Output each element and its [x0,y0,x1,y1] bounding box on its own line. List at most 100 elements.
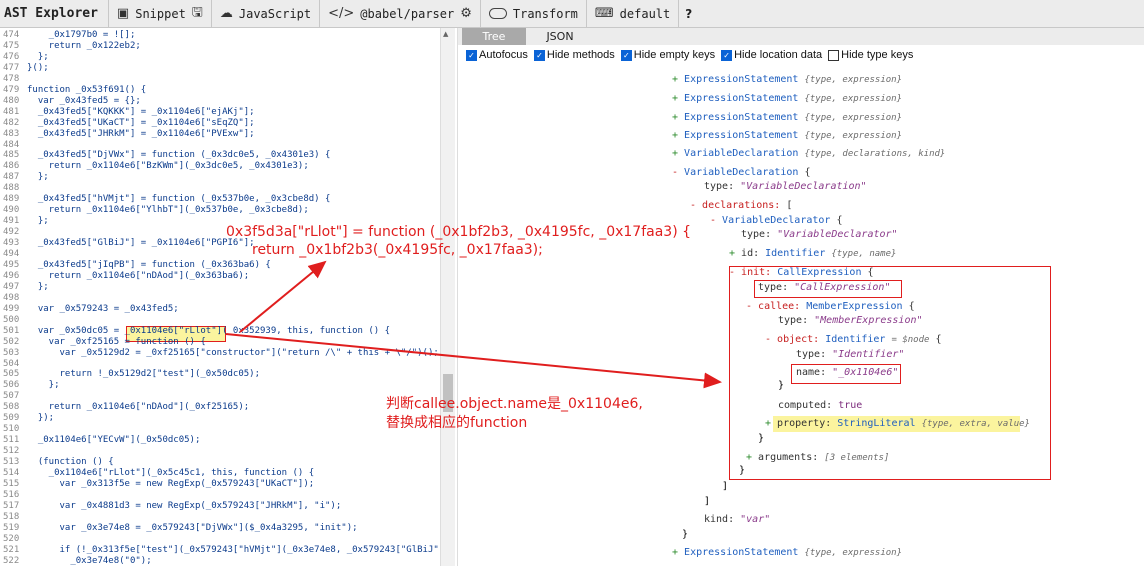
tree-bracket: ] [704,496,711,507]
code-line: 483 _0x43fed5["JHRkM"] = _0x1104e6["PVEx… [0,129,255,139]
checkbox[interactable]: ✓ [620,49,632,61]
line-number: 520 [3,533,20,544]
annotation-line: 替换成相应的function [386,415,528,431]
option-label: Hide methods [546,49,615,61]
transform-label: Transform [512,6,578,21]
code-text: function _0x53f691() { [27,84,147,95]
tree-brace: ] [722,481,729,492]
code-line: 498 [0,293,27,303]
code-line: 500 [0,315,27,325]
code-line: 507 [0,391,27,401]
cloud-icon: ☁ [219,6,233,21]
scroll-up-icon[interactable]: ▲ [443,30,448,38]
line-number: 478 [3,73,20,84]
tree-prop[interactable]: + property: StringLiteral {type, extra, … [765,417,1030,431]
code-text: }; [27,172,49,183]
code-line: 479 function _0x53f691() { [0,85,146,95]
tree-brace: } [682,529,689,540]
code-line: 520 [0,534,27,544]
code-line: 522 _0x3e74e8("0"); [0,556,152,566]
option-hide-methods[interactable]: ✓ Hide methods [533,49,615,61]
line-number: 475 [3,40,20,51]
line-number: 493 [3,238,20,249]
tree-prop[interactable]: - declarations: [ [690,199,792,213]
line-number: 519 [3,522,20,533]
option-hide-empty-keys[interactable]: ✓ Hide empty keys [620,49,715,61]
annotation-line: 判断callee.object.name是_0x1104e6, [386,396,643,412]
code-text: var _0x313f5e = new RegExp(_0x579243["UK… [27,478,315,489]
code-text: _0x43fed5["DjVWx"] = function (_0x3dc0e5… [27,150,331,161]
transform-button[interactable]: Transform [481,0,586,27]
parser-button[interactable]: </> @babel/parser ⚙ [320,0,480,27]
code-line: 477}(); [0,63,49,73]
code-line: 514 _0x1104e6["rLlot"](_0x5c45c1, this, … [0,468,314,478]
tab-tree[interactable]: Tree [462,28,526,45]
toggle-icon[interactable] [488,8,507,19]
code-text: }; [27,51,49,62]
code-line: 489 _0x43fed5["hVMjt"] = function (_0x53… [0,194,330,204]
save-icon[interactable]: 🖫 [192,3,203,25]
code-text: _0x43fed5["JHRkM"] = _0x1104e6["PVExw"]; [27,128,255,139]
snippet-button[interactable]: ▣ Snippet 🖫 [109,0,211,27]
tree-prop[interactable]: - callee: MemberExpression { [746,300,915,314]
tree-node-expanded[interactable]: - VariableDeclaration { [672,166,811,180]
tree-brace: } [758,433,765,444]
tree-node[interactable]: + ExpressionStatement {type, expression} [672,111,902,125]
tab-json[interactable]: JSON [528,28,592,45]
keymap-button[interactable]: ⌨ default [587,0,678,27]
line-number: 490 [3,205,20,216]
option-label: Hide location data [734,49,823,61]
tree-prop: type: "MemberExpression" [778,315,923,326]
code-editor[interactable]: 474 _0x1797b0 = ![]; 475 return _0x122eb2… [0,28,440,566]
line-number: 477 [3,62,20,73]
code-text: _0x1104e6["rLlot"](_0x5c45c1, this, func… [27,468,315,478]
line-number: 522 [3,555,20,566]
tree-node[interactable]: + ExpressionStatement {type, expression} [672,73,902,87]
code-line: 474 _0x1797b0 = ![]; [0,30,135,40]
option-autofocus[interactable]: ✓ Autofocus [466,49,528,61]
tree-node-expanded[interactable]: - VariableDeclarator { [710,214,842,228]
option-hide-location-data[interactable]: ✓ Hide location data [721,49,822,61]
code-text: }; [27,380,60,391]
code-text: _0x1797b0 = ![]; [27,30,136,40]
tree-brace: } [739,465,746,476]
code-line: 497 }; [0,282,49,292]
tree-node[interactable]: + ExpressionStatement {type, expression} [672,546,902,560]
code-line: 485 _0x43fed5["DjVWx"] = function (_0x3d… [0,150,330,160]
code-text: var _0x3e74e8 = _0x579243["DjVWx"]($_0x4… [27,522,358,533]
tree-prop[interactable]: - init: CallExpression { [729,266,874,280]
line-number: 516 [3,489,20,500]
help-button[interactable]: ? [679,7,698,21]
tree-node[interactable]: + ExpressionStatement {type, expression} [672,129,902,143]
code-text: var _0x50dc05 = _0x1104e6["rLlot"](_0x35… [27,325,391,336]
line-number: 498 [3,292,20,303]
editor-scrollbar[interactable]: ▲ [440,28,455,566]
checkbox[interactable]: ✓ [466,49,477,61]
code-line: 519 var _0x3e74e8 = _0x579243["DjVWx"]($… [0,523,358,533]
code-line: 490 return _0x1104e6["YlhbT"](_0x537b0e,… [0,205,309,215]
tree-prop[interactable]: - object: Identifier = $node { [765,333,941,347]
option-hide-type-keys[interactable]: Hide type keys [828,49,913,61]
language-button[interactable]: ☁ JavaScript [212,0,319,27]
code-line: 476 }; [0,52,49,62]
tree-node[interactable]: + VariableDeclaration {type, declaration… [672,147,945,161]
code-line: 488 [0,183,27,193]
checkbox[interactable]: ✓ [721,49,733,61]
checkbox[interactable]: ✓ [533,49,545,61]
keymap-label: default [619,6,671,21]
gear-icon[interactable]: ⚙ [460,6,472,21]
code-line: 509 }); [0,413,54,423]
tree-prop[interactable]: + id: Identifier {type, name} [729,247,896,261]
code-text: if (!_0x313f5e["test"](_0x579243["hVMjt"… [27,544,441,555]
code-line: 511 _0x1104e6["YECvW"](_0x50dc05); [0,435,200,445]
checkbox[interactable] [828,49,840,61]
line-number: 518 [3,511,20,522]
code-text: return !_0x5129d2["test"](_0x50dc05); [27,369,261,380]
line-number: 501 [3,325,20,336]
tree-node[interactable]: + ExpressionStatement {type, expression} [672,92,902,106]
line-number: 494 [3,249,20,259]
tree-prop[interactable]: + arguments: [3 elements] [746,451,889,465]
code-text: }); [27,413,55,424]
code-line: 506 }; [0,380,60,390]
code-icon: </> [328,6,355,21]
